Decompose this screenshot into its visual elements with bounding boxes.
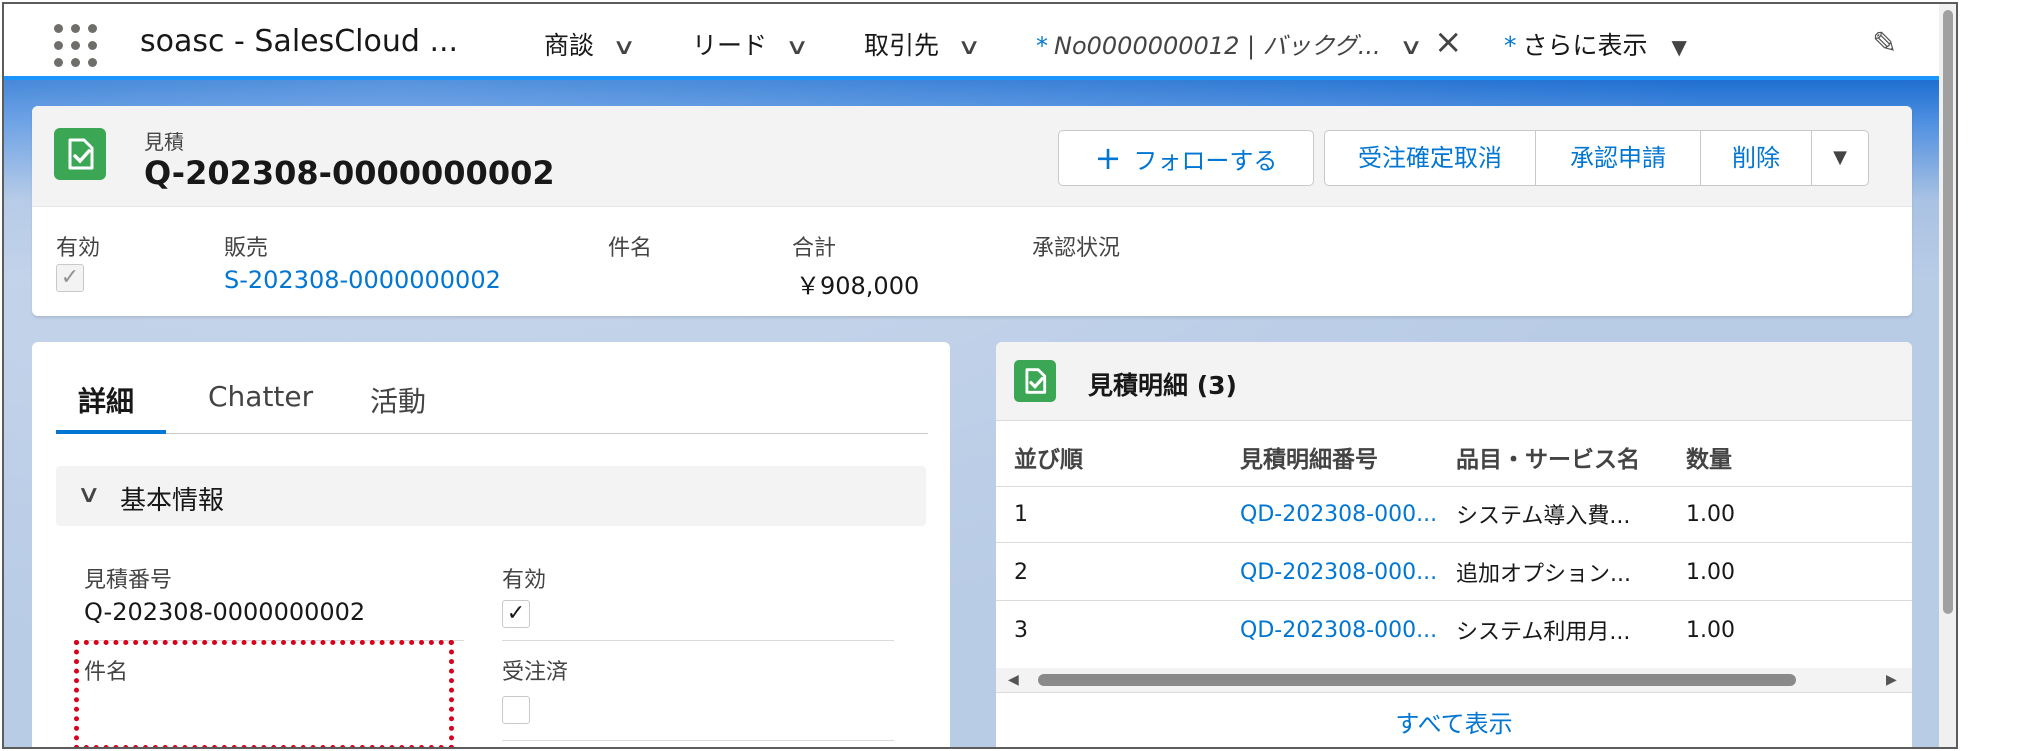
highlight-annotation-box xyxy=(74,640,454,747)
scroll-left-icon[interactable]: ◀ xyxy=(1008,668,1019,692)
related-list-quote-lines: 見積明細 (3) 並び順 見積明細番号 品目・サービス名 数量 1 QD-202… xyxy=(996,342,1912,747)
row-divider xyxy=(996,486,1912,487)
field-divider xyxy=(502,740,894,741)
cell-item-name: 追加オプション... xyxy=(1456,562,1631,587)
nav-item-label: リード xyxy=(692,31,768,60)
close-icon[interactable]: × xyxy=(1434,22,1463,62)
highlight-sales-label: 販売 xyxy=(224,236,269,261)
nav-item-accounts[interactable]: 取引先 ∨ xyxy=(864,26,981,62)
highlight-active-checkbox: ✓ xyxy=(56,264,84,292)
highlight-active-label: 有効 xyxy=(56,236,101,261)
column-header-quantity[interactable]: 数量 xyxy=(1686,440,1732,474)
cell-quantity: 1.00 xyxy=(1686,502,1735,527)
related-list-title[interactable]: 見積明細 (3) xyxy=(1088,366,1237,402)
app-launcher-icon[interactable] xyxy=(54,24,98,68)
window-scroll-thumb[interactable] xyxy=(1943,10,1953,614)
row-divider xyxy=(996,542,1912,543)
chevron-down-icon[interactable]: ∨ xyxy=(612,35,636,60)
unsaved-asterisk-icon: * xyxy=(1504,31,1517,60)
ordered-field-label: 受注済 xyxy=(502,660,569,685)
cell-quantity: 1.00 xyxy=(1686,618,1735,643)
nav-tab-active-record[interactable]: * No0000000012 | バックグ... ∨ xyxy=(1036,26,1423,61)
highlight-subject-label: 件名 xyxy=(608,236,653,261)
object-type-label: 見積 xyxy=(144,130,184,154)
horizontal-scrollbar[interactable]: ◀ ▶ xyxy=(996,668,1912,692)
row-divider xyxy=(996,600,1912,601)
nav-more-label: さらに表示 xyxy=(1522,31,1648,60)
tab-divider xyxy=(56,433,928,434)
tab-details[interactable]: 詳細 xyxy=(78,380,134,420)
cancel-order-button[interactable]: 受注確定取消 xyxy=(1324,130,1536,186)
quote-object-icon xyxy=(54,128,106,180)
column-header-order[interactable]: 並び順 xyxy=(1014,440,1083,474)
nav-item-label: 商談 xyxy=(544,31,595,60)
highlights-panel: 見積 Q-202308-0000000002 + フォローする 受注確定取消 承認… xyxy=(32,106,1912,316)
tab-chatter[interactable]: Chatter xyxy=(208,380,313,413)
follow-button-label: フォローする xyxy=(1133,147,1278,175)
nav-more[interactable]: * さらに表示 ▼ xyxy=(1504,26,1687,62)
highlight-total-label: 合計 xyxy=(792,236,837,261)
section-basic-info-header[interactable]: ∨ 基本情報 xyxy=(56,466,926,526)
pencil-icon[interactable]: ✎ xyxy=(1872,26,1897,61)
nav-item-leads[interactable]: リード ∨ xyxy=(692,26,809,62)
cell-line-number-link[interactable]: QD-202308-000... xyxy=(1240,502,1437,527)
record-title: Q-202308-0000000002 xyxy=(144,154,555,192)
record-header: 見積 Q-202308-0000000002 + フォローする 受注確定取消 承認… xyxy=(32,106,1912,207)
chevron-down-icon[interactable]: ∨ xyxy=(785,35,809,60)
delete-button[interactable]: 削除 xyxy=(1700,130,1812,186)
quote-number-label: 見積番号 xyxy=(84,568,173,593)
scroll-thumb[interactable] xyxy=(1038,674,1796,686)
cell-item-name: システム利用月... xyxy=(1456,620,1631,645)
highlight-sales-link[interactable]: S-202308-0000000002 xyxy=(224,266,501,294)
active-checkbox: ✓ xyxy=(502,600,530,628)
chevron-down-icon: ∨ xyxy=(76,480,102,508)
global-nav-bar: soasc - SalesCloud ... 商談 ∨ リード ∨ 取引先 ∨ * No… xyxy=(4,4,1939,80)
chevron-down-icon[interactable]: ∨ xyxy=(1399,35,1423,60)
highlight-total-value: ￥908,000 xyxy=(796,272,920,300)
caret-down-icon: ▼ xyxy=(1833,147,1847,168)
nav-item-opportunities[interactable]: 商談 ∨ xyxy=(544,26,636,62)
chevron-down-icon[interactable]: ∨ xyxy=(957,35,981,60)
quote-number-value: Q-202308-0000000002 xyxy=(84,598,366,626)
window-scrollbar[interactable] xyxy=(1939,4,1956,747)
ordered-checkbox xyxy=(502,696,530,724)
follow-button[interactable]: + フォローする xyxy=(1058,130,1314,186)
active-field-label: 有効 xyxy=(502,568,547,593)
section-title: 基本情報 xyxy=(120,486,225,516)
related-list-header: 見積明細 (3) xyxy=(996,342,1912,421)
column-header-item-name[interactable]: 品目・サービス名 xyxy=(1456,440,1640,474)
cell-order: 3 xyxy=(1014,618,1028,643)
column-header-line-number[interactable]: 見積明細番号 xyxy=(1240,440,1378,474)
cell-order: 2 xyxy=(1014,560,1028,585)
cell-order: 1 xyxy=(1014,502,1028,527)
cell-item-name: システム導入費... xyxy=(1456,504,1631,529)
caret-down-icon[interactable]: ▼ xyxy=(1672,35,1687,59)
active-tab-indicator xyxy=(56,430,166,434)
cell-line-number-link[interactable]: QD-202308-000... xyxy=(1240,618,1437,643)
cell-line-number-link[interactable]: QD-202308-000... xyxy=(1240,560,1437,585)
cell-quantity: 1.00 xyxy=(1686,560,1735,585)
browser-frame: soasc - SalesCloud ... 商談 ∨ リード ∨ 取引先 ∨ * No… xyxy=(2,2,1958,749)
nav-item-label: 取引先 xyxy=(864,31,940,60)
view-all-link[interactable]: すべて表示 xyxy=(996,704,1912,739)
highlight-approval-status-label: 承認状況 xyxy=(1032,236,1121,261)
tab-activity[interactable]: 活動 xyxy=(370,380,426,420)
scroll-right-icon[interactable]: ▶ xyxy=(1886,668,1897,692)
unsaved-asterisk-icon: * xyxy=(1036,32,1048,60)
nav-tab-label: No0000000012 | バックグ... xyxy=(1054,32,1381,60)
approval-request-button[interactable]: 承認申請 xyxy=(1535,130,1701,186)
plus-icon: + xyxy=(1094,139,1122,177)
app-name: soasc - SalesCloud ... xyxy=(140,24,459,59)
row-divider xyxy=(996,692,1912,693)
quote-line-object-icon xyxy=(1014,360,1056,402)
field-divider xyxy=(502,640,894,641)
more-actions-button[interactable]: ▼ xyxy=(1811,130,1869,186)
